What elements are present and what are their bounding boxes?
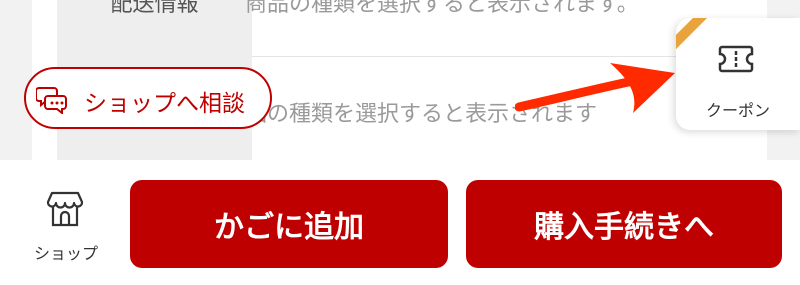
shop-consult-button[interactable]: ショップへ相談 — [24, 67, 272, 129]
coupon-tab[interactable]: クーポン — [676, 18, 800, 130]
storefront-icon — [46, 191, 84, 227]
shop-button[interactable]: ショップ — [18, 190, 114, 270]
ticket-icon — [718, 45, 754, 73]
checkout-button[interactable]: 購入手続きへ — [466, 180, 782, 268]
coupon-ribbon — [676, 18, 718, 58]
shipping-info-value: 商品の種類を選択すると表示されます。 — [245, 0, 639, 17]
coupon-label: クーポン — [705, 101, 770, 120]
chat-bubbles-icon — [36, 87, 67, 114]
shop-label: ショップ — [33, 244, 98, 263]
shop-consult-label: ショップへ相談 — [84, 91, 245, 117]
annotation-arrow — [515, 63, 675, 113]
shipping-info-label: 配送情報 — [110, 0, 199, 17]
add-to-cart-button[interactable]: かごに追加 — [130, 180, 448, 268]
